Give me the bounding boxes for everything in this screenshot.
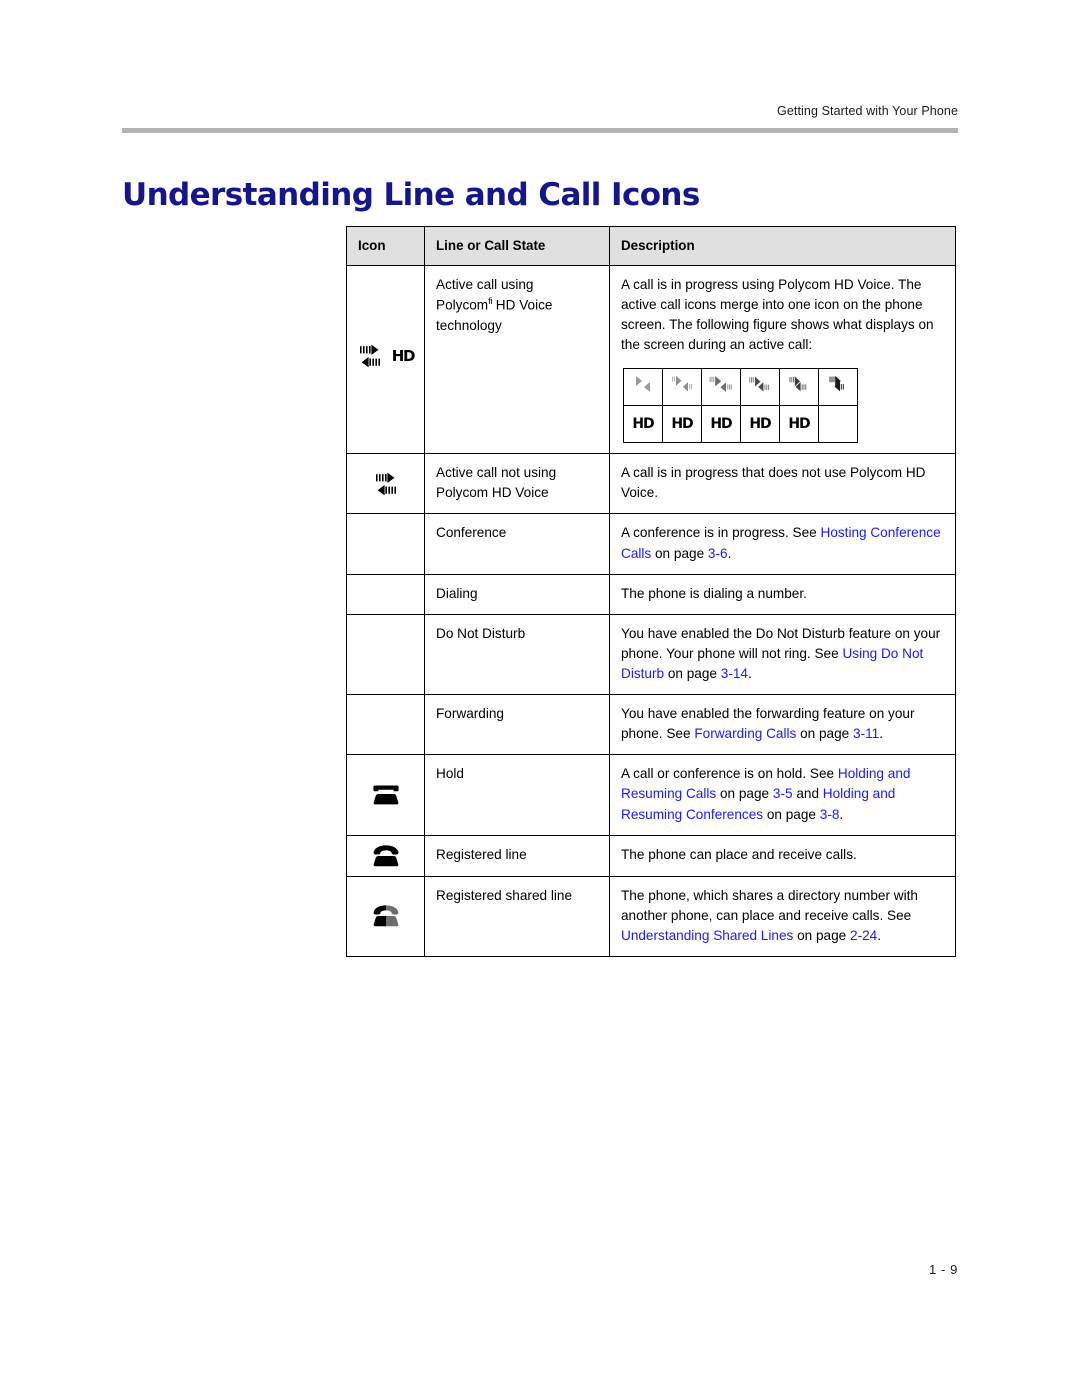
description-text: on page xyxy=(651,545,708,561)
description-text: on page xyxy=(796,726,854,742)
figure-frame-6 xyxy=(818,368,858,407)
cross-reference-link[interactable]: Understanding Shared Lines xyxy=(621,928,793,943)
hd-badge-icon: HD xyxy=(632,416,654,433)
figure-frame-4 xyxy=(740,368,780,407)
icon-cell xyxy=(346,453,425,515)
state-cell: Active call not using Polycom HD Voice xyxy=(424,453,610,515)
description-text: on page xyxy=(763,806,820,822)
table-row: Conference A conference is in progress. … xyxy=(346,513,956,575)
figure-top-row xyxy=(623,368,858,407)
cross-reference-link[interactable]: 3-8 xyxy=(820,807,840,822)
hd-badge-icon: HD xyxy=(788,416,810,433)
description-text: A call is in progress using Polycom HD V… xyxy=(621,276,934,353)
description-cell: A call is in progress using Polycom HD V… xyxy=(609,264,956,455)
hold-phone-icon xyxy=(372,785,399,805)
hd-badge-icon: HD xyxy=(671,416,693,433)
table-row: HD Active call using Polycomfi HD Voice … xyxy=(346,264,956,455)
description-text: on page xyxy=(664,666,721,682)
state-cell: Registered shared line xyxy=(424,875,610,958)
description-text: . xyxy=(747,666,752,682)
description-cell: A call is in progress that does not use … xyxy=(609,453,956,515)
figure-hd-cell-3: HD xyxy=(701,405,741,444)
page-number: 1 - 9 xyxy=(928,1262,958,1277)
icon-cell xyxy=(346,834,425,877)
cross-reference-link[interactable]: 3-5 xyxy=(773,786,793,801)
description-text: . xyxy=(879,726,884,742)
icon-cell: HD xyxy=(346,264,425,455)
cross-reference-link[interactable]: 2-24 xyxy=(850,928,877,943)
figure-empty-cell xyxy=(818,405,858,444)
state-cell: Do Not Disturb xyxy=(424,613,610,696)
description-text: The phone, which shares a directory numb… xyxy=(621,887,918,923)
state-cell: Conference xyxy=(424,513,610,575)
hd-badge-icon: HD xyxy=(710,416,732,433)
description-cell: You have enabled the forwarding feature … xyxy=(609,694,956,756)
header-divider-rule xyxy=(122,128,958,133)
registered-shared-line-phone-icon xyxy=(373,905,398,927)
icon-merge-sequence-figure: HD HD HD HD HD xyxy=(623,368,858,444)
active-call-icon xyxy=(375,472,396,496)
figure-bottom-row: HD HD HD HD HD xyxy=(623,405,858,444)
description-text: A conference is in progress. See xyxy=(621,525,821,541)
table-header-row: Icon Line or Call State Description xyxy=(346,226,956,266)
state-label-line1: Active call using xyxy=(436,276,534,292)
column-header-description: Description xyxy=(609,226,956,266)
column-header-state: Line or Call State xyxy=(424,226,610,266)
page-title: Understanding Line and Call Icons xyxy=(122,176,700,213)
registered-line-phone-icon xyxy=(373,845,398,866)
table-row: Active call not using Polycom HD Voice A… xyxy=(346,453,956,515)
description-text: . xyxy=(839,806,844,822)
column-header-icon: Icon xyxy=(346,226,425,266)
state-cell: Active call using Polycomfi HD Voice tec… xyxy=(424,264,610,455)
description-cell: The phone is dialing a number. xyxy=(609,573,956,615)
state-cell: Dialing xyxy=(424,573,610,615)
state-cell: Registered line xyxy=(424,834,610,877)
state-label-line3: technology xyxy=(436,317,502,333)
table-row: Do Not Disturb You have enabled the Do N… xyxy=(346,613,956,696)
description-text: on page xyxy=(716,786,773,802)
state-label-line2-brand: Polycom xyxy=(436,297,489,313)
cross-reference-link[interactable]: 3-11 xyxy=(853,726,879,741)
cross-reference-link[interactable]: Forwarding Calls xyxy=(694,726,796,741)
icon-cell xyxy=(346,875,425,958)
icon-cell xyxy=(346,613,425,696)
description-text: . xyxy=(877,927,882,943)
figure-hd-cell-1: HD xyxy=(623,405,663,444)
table-row: Hold A call or conference is on hold. Se… xyxy=(346,754,956,836)
icon-cell xyxy=(346,513,425,575)
figure-frame-5 xyxy=(779,368,819,407)
hd-badge-icon: HD xyxy=(749,416,771,433)
description-cell: You have enabled the Do Not Disturb feat… xyxy=(609,613,956,696)
description-cell: A conference is in progress. See Hosting… xyxy=(609,513,956,575)
state-label-line2-rest: HD Voice xyxy=(492,297,553,313)
icon-cell xyxy=(346,573,425,615)
figure-hd-cell-4: HD xyxy=(740,405,780,444)
icon-cell xyxy=(346,694,425,756)
figure-frame-2 xyxy=(662,368,702,407)
table-row: Forwarding You have enabled the forwardi… xyxy=(346,694,956,756)
table-row: Registered line The phone can place and … xyxy=(346,834,956,877)
description-cell: The phone, which shares a directory numb… xyxy=(609,875,956,958)
active-call-hd-icon: HD xyxy=(357,344,415,368)
description-cell: The phone can place and receive calls. xyxy=(609,834,956,877)
description-text: and xyxy=(792,786,823,802)
state-cell: Hold xyxy=(424,754,610,836)
state-cell: Forwarding xyxy=(424,694,610,756)
table-row: Registered shared line The phone, which … xyxy=(346,875,956,958)
table-row: Dialing The phone is dialing a number. xyxy=(346,573,956,615)
figure-frame-1 xyxy=(623,368,663,407)
hd-badge-icon: HD xyxy=(391,346,416,365)
icon-cell xyxy=(346,754,425,836)
figure-hd-cell-5: HD xyxy=(779,405,819,444)
line-and-call-icons-table: Icon Line or Call State Description HD A… xyxy=(346,226,956,958)
figure-hd-cell-2: HD xyxy=(662,405,702,444)
cross-reference-link[interactable]: 3-14 xyxy=(721,666,748,681)
figure-frame-3 xyxy=(701,368,741,407)
running-header: Getting Started with Your Phone xyxy=(777,104,958,118)
description-cell: A call or conference is on hold. See Hol… xyxy=(609,754,956,836)
description-text: A call or conference is on hold. See xyxy=(621,766,838,782)
description-text: . xyxy=(727,545,732,561)
description-text: on page xyxy=(793,927,851,943)
cross-reference-link[interactable]: 3-6 xyxy=(708,546,728,561)
